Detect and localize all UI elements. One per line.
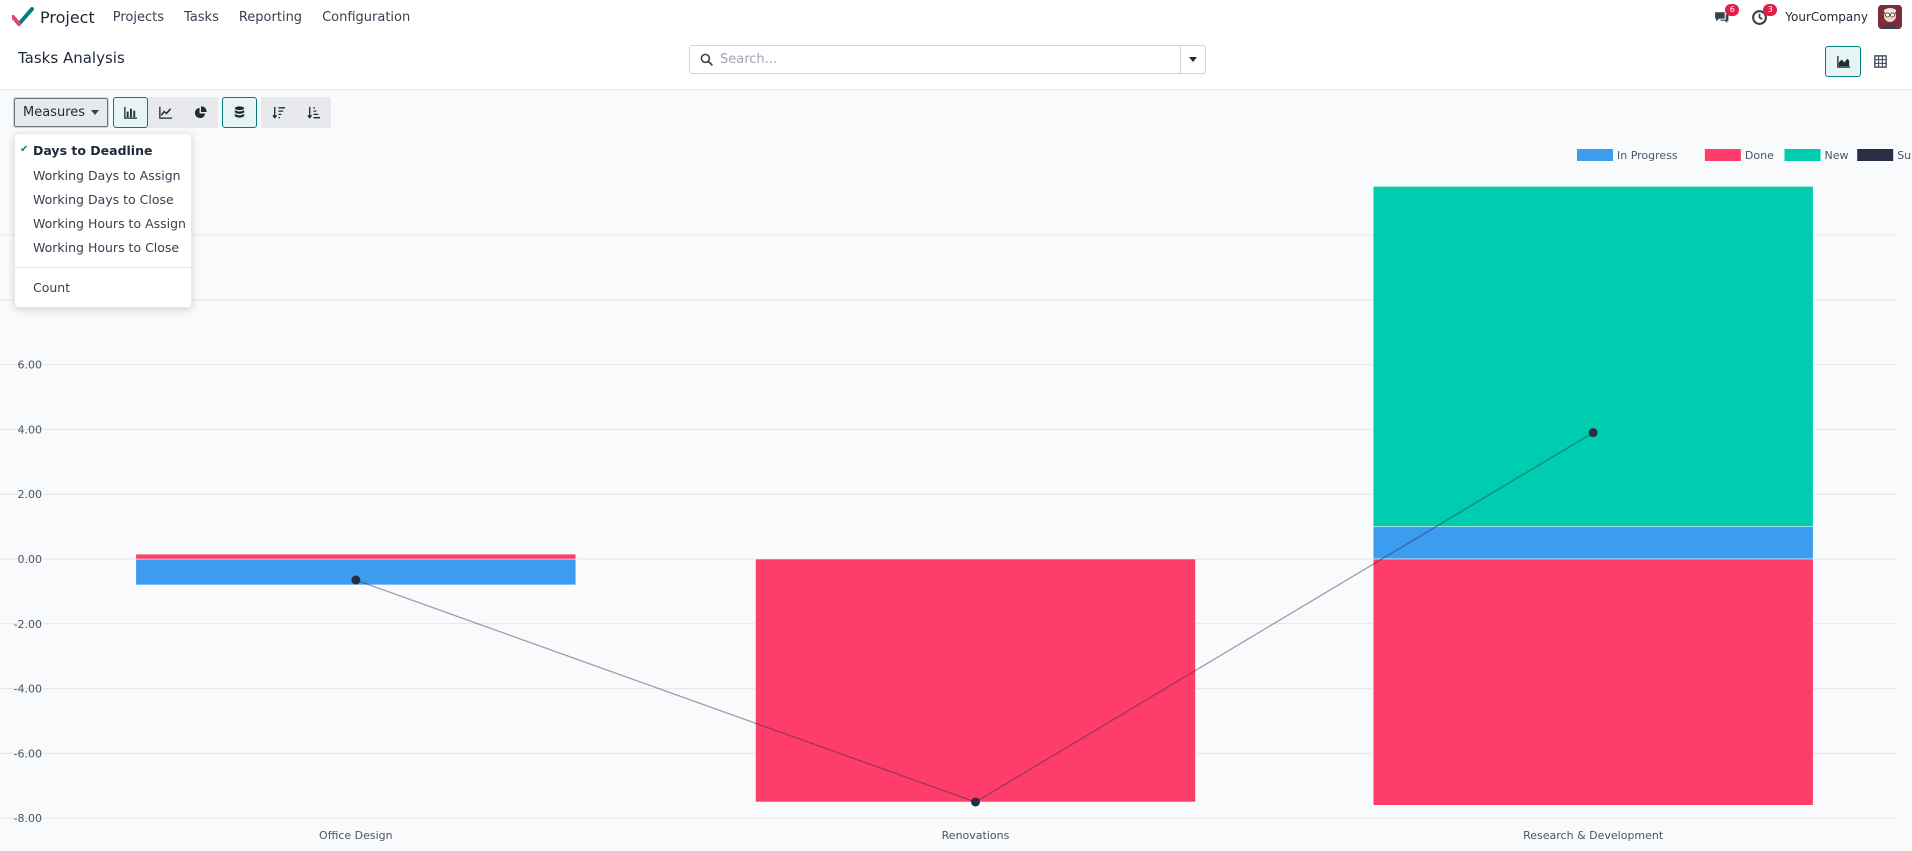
x-tick-label: Renovations [942,829,1010,842]
y-tick-label: -4.00 [14,683,42,696]
measures-button[interactable]: Measures [13,97,110,128]
sort-ascending-button[interactable] [296,97,332,128]
line-chart-icon [159,106,173,119]
main-menu: Projects Tasks Reporting Configuration [103,10,420,25]
messages-button[interactable]: 6 [1709,4,1740,29]
y-tick-label: 6.00 [18,359,43,372]
search-bar [689,45,1206,74]
search-options-toggle[interactable] [1180,46,1205,73]
legend-label: In Progress [1617,149,1678,162]
page-title: Tasks Analysis [18,49,125,67]
caret-down-icon [91,110,100,115]
y-tick-label: -6.00 [14,747,42,760]
systray: 6 3 YourCompany [1709,0,1912,34]
y-tick-label: -2.00 [14,618,42,631]
bar-chart-icon [124,106,138,119]
sum-point [351,575,361,585]
y-tick-label: -8.00 [14,812,42,825]
pie-chart-button[interactable] [183,97,219,128]
user-avatar-icon [1878,5,1902,29]
app-brand[interactable]: Project [12,7,95,27]
pivot-view-button[interactable] [1862,46,1898,77]
dropdown-divider [15,267,191,268]
measure-working-days-to-assign[interactable]: Working Days to Assign [33,168,181,183]
app-name[interactable]: Project [40,8,95,27]
y-tick-label: 2.00 [18,488,43,501]
bar-done [135,553,577,560]
chart-type-group [113,97,219,128]
stack-group [222,97,258,128]
bar-done [1372,558,1814,806]
measure-working-days-to-close[interactable]: Working Days to Close [33,192,174,207]
tasks-analysis-chart: -8.00 -6.00 -4.00 -2.00 0.00 2.00 4.00 6.00 Off… [0,149,1912,842]
measures-label: Measures [23,105,86,120]
legend-swatch [1857,149,1894,161]
sum-point [1588,428,1598,438]
sort-descending-button[interactable] [261,97,297,128]
menu-tasks[interactable]: Tasks [174,10,229,25]
caret-down-icon [1189,57,1197,62]
control-panel: Tasks Analysis [0,34,1912,90]
y-tick-label: 0.00 [18,553,43,566]
chart-y-axis: -8.00 -6.00 -4.00 -2.00 0.00 2.00 4.00 6.00 [14,359,42,826]
chart-bars [135,186,1814,806]
bar-in-progress [1372,526,1814,560]
y-tick-label: 4.00 [18,423,43,436]
legend-label: Done [1745,149,1774,162]
pie-chart-icon [194,106,207,119]
search-input[interactable] [718,51,1180,68]
x-tick-label: Office Design [319,829,393,842]
chart-x-axis: Office Design Renovations Research & Devel… [319,829,1664,842]
legend-swatch [1577,149,1613,161]
activities-button[interactable]: 3 [1747,4,1778,29]
sum-point [971,797,980,807]
sort-descending-icon [272,106,286,119]
legend-label: Sum [1897,149,1912,162]
view-switcher [1824,46,1898,77]
messages-badge: 6 [1725,4,1740,16]
measure-days-to-deadline[interactable]: Days to Deadline [33,143,152,158]
check-icon: ✔ [20,144,29,155]
line-chart-button[interactable] [148,97,184,128]
x-tick-label: Research & Development [1523,829,1664,842]
chart-legend: In Progress Done New Sum [1577,149,1912,162]
user-avatar[interactable] [1878,5,1902,29]
sort-ascending-icon [307,106,321,119]
search-icon [694,46,718,73]
activities-badge: 3 [1763,4,1778,16]
menu-projects[interactable]: Projects [103,10,174,25]
menu-configuration[interactable]: Configuration [312,10,420,25]
bar-new [1372,186,1814,527]
bar-chart-button[interactable] [113,97,149,128]
area-chart-icon [1836,55,1850,68]
measure-count[interactable]: Count [33,280,70,295]
table-icon [1873,55,1887,68]
database-icon [234,106,245,118]
legend-label: New [1825,149,1849,162]
top-navbar: Project Projects Tasks Reporting Configu… [0,0,1912,34]
legend-swatch [1704,149,1741,161]
measure-working-hours-to-assign[interactable]: Working Hours to Assign [33,216,186,231]
sort-group [261,97,332,128]
company-switcher[interactable]: YourCompany [1785,10,1868,24]
graph-view-button[interactable] [1825,46,1861,77]
stacked-button[interactable] [222,97,258,128]
bar-done [755,558,1196,803]
menu-reporting[interactable]: Reporting [229,10,312,25]
project-logo-icon [12,7,34,26]
measures-dropdown: ✔ Days to Deadline Working Days to Assig… [14,133,192,308]
legend-swatch [1784,149,1821,161]
graph-toolbar: Measures [13,97,332,128]
measure-working-hours-to-close[interactable]: Working Hours to Close [33,240,179,255]
